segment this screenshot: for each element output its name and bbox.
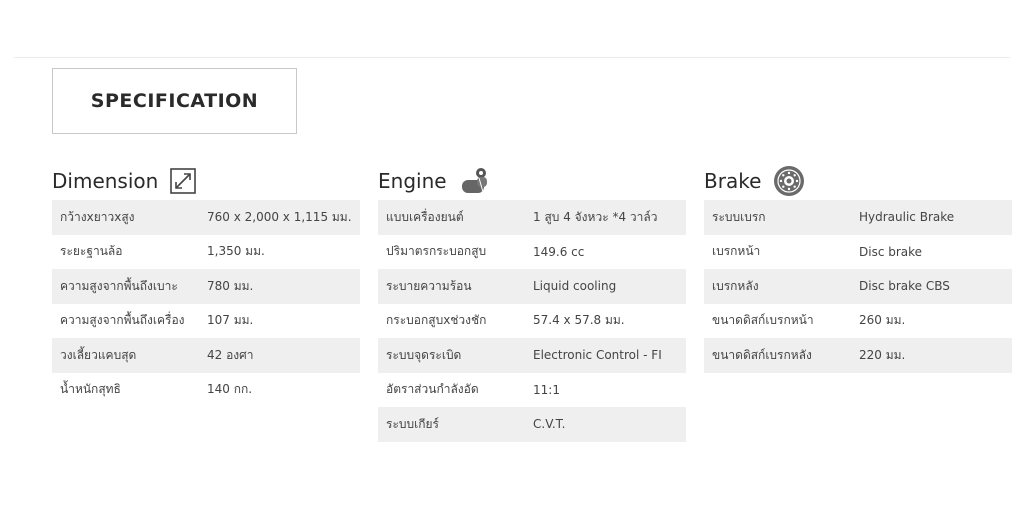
row-label: ระยะฐานล้อ xyxy=(60,244,123,259)
table-row: ระบายความร้อน Liquid cooling xyxy=(378,269,686,304)
table-row: ระบบเบรก Hydraulic Brake xyxy=(704,200,1012,235)
row-label: แบบเครื่องยนต์ xyxy=(386,209,464,224)
row-value: 57.4 x 57.8 มม. xyxy=(533,313,625,328)
table-row: ความสูงจากพื้นถึงเบาะ 780 มม. xyxy=(52,269,360,304)
row-label: วงเลี้ยวแคบสุด xyxy=(60,347,137,362)
row-value: Disc brake xyxy=(859,244,923,259)
row-value: 1,350 มม. xyxy=(207,244,265,259)
row-value: 140 กก. xyxy=(207,382,253,397)
row-value: 260 มม. xyxy=(859,313,906,328)
row-label: กว้างxยาวxสูง xyxy=(60,209,135,224)
row-label: เบรกหลัง xyxy=(712,278,759,293)
engine-title: Engine xyxy=(378,169,447,193)
row-value: C.V.T. xyxy=(533,417,566,432)
top-divider xyxy=(14,57,1010,58)
row-label: ขนาดดิสก์เบรกหน้า xyxy=(712,313,814,328)
brake-header: Brake xyxy=(704,162,1012,200)
row-label: ปริมาตรกระบอกสูบ xyxy=(386,244,487,259)
row-label: ความสูงจากพื้นถึงเครื่อง xyxy=(60,313,185,328)
table-row: อัตราส่วนกำลังอัด 11:1 xyxy=(378,373,686,408)
dimension-header: Dimension xyxy=(52,162,360,200)
engine-header: Engine xyxy=(378,162,686,200)
table-row: ขนาดดิสก์เบรกหน้า 260 มม. xyxy=(704,304,1012,339)
table-row: น้ำหนักสุทธิ 140 กก. xyxy=(52,373,360,408)
row-label: เบรกหน้า xyxy=(712,244,761,259)
row-label: ขนาดดิสก์เบรกหลัง xyxy=(712,347,812,362)
table-row: ปริมาตรกระบอกสูบ 149.6 cc xyxy=(378,235,686,270)
table-row: ความสูงจากพื้นถึงเครื่อง 107 มม. xyxy=(52,304,360,339)
row-value: Disc brake CBS xyxy=(859,279,950,294)
row-value: Electronic Control - FI xyxy=(533,348,662,363)
table-row: แบบเครื่องยนต์ 1 สูบ 4 จังหวะ *4 วาล์ว xyxy=(378,200,686,235)
row-label: ระบายความร้อน xyxy=(386,278,472,293)
row-label: ระบบเบรก xyxy=(712,209,766,224)
row-label: ระบบจุดระเบิด xyxy=(386,347,462,362)
table-row: กระบอกสูบxช่วงชัก 57.4 x 57.8 มม. xyxy=(378,304,686,339)
table-row: กว้างxยาวxสูง 760 x 2,000 x 1,115 มม. xyxy=(52,200,360,235)
row-value: 42 องศา xyxy=(207,347,254,362)
dimension-table: กว้างxยาวxสูง 760 x 2,000 x 1,115 มม. ระย… xyxy=(52,200,360,407)
brake-table: ระบบเบรก Hydraulic Brake เบรกหน้า Disc bra… xyxy=(704,200,1012,373)
row-label: กระบอกสูบxช่วงชัก xyxy=(386,313,487,328)
brake-section: Brake ระบบเบรก Hydraulic Brake เบรกหน้า Di… xyxy=(704,162,1012,373)
table-row: ระบบเกียร์ C.V.T. xyxy=(378,407,686,442)
row-value: 149.6 cc xyxy=(533,244,585,259)
row-label: ความสูงจากพื้นถึงเบาะ xyxy=(60,278,178,293)
brake-title: Brake xyxy=(704,169,762,193)
resize-arrow-icon xyxy=(170,168,197,194)
engine-piston-icon xyxy=(459,166,491,196)
row-label: น้ำหนักสุทธิ xyxy=(60,382,121,397)
table-row: ระยะฐานล้อ 1,350 มม. xyxy=(52,235,360,270)
table-row: เบรกหลัง Disc brake CBS xyxy=(704,269,1012,304)
table-row: วงเลี้ยวแคบสุด 42 องศา xyxy=(52,338,360,373)
table-row: ระบบจุดระเบิด Electronic Control - FI xyxy=(378,338,686,373)
specification-tab[interactable]: SPECIFICATION xyxy=(52,68,297,134)
row-value: 11:1 xyxy=(533,382,560,397)
brake-disc-icon xyxy=(773,165,805,197)
row-value: 760 x 2,000 x 1,115 มม. xyxy=(207,209,352,224)
row-value: Liquid cooling xyxy=(533,279,617,294)
table-row: ขนาดดิสก์เบรกหลัง 220 มม. xyxy=(704,338,1012,373)
row-value: 107 มม. xyxy=(207,313,254,328)
engine-table: แบบเครื่องยนต์ 1 สูบ 4 จังหวะ *4 วาล์ว ปร… xyxy=(378,200,686,442)
row-value: 1 สูบ 4 จังหวะ *4 วาล์ว xyxy=(533,209,658,224)
row-value: 220 มม. xyxy=(859,347,906,362)
dimension-section: Dimension กว้างxยาวxสูง 760 x 2,000 x 1,1… xyxy=(52,162,360,407)
engine-section: Engine แบบเครื่องยนต์ 1 สูบ 4 จังหวะ *4 ว… xyxy=(378,162,686,442)
row-label: อัตราส่วนกำลังอัด xyxy=(386,382,479,397)
row-value: Hydraulic Brake xyxy=(859,210,955,225)
specification-tab-label: SPECIFICATION xyxy=(90,90,259,112)
dimension-title: Dimension xyxy=(52,169,159,193)
row-label: ระบบเกียร์ xyxy=(386,416,439,431)
row-value: 780 มม. xyxy=(207,278,254,293)
table-row: เบรกหน้า Disc brake xyxy=(704,235,1012,270)
